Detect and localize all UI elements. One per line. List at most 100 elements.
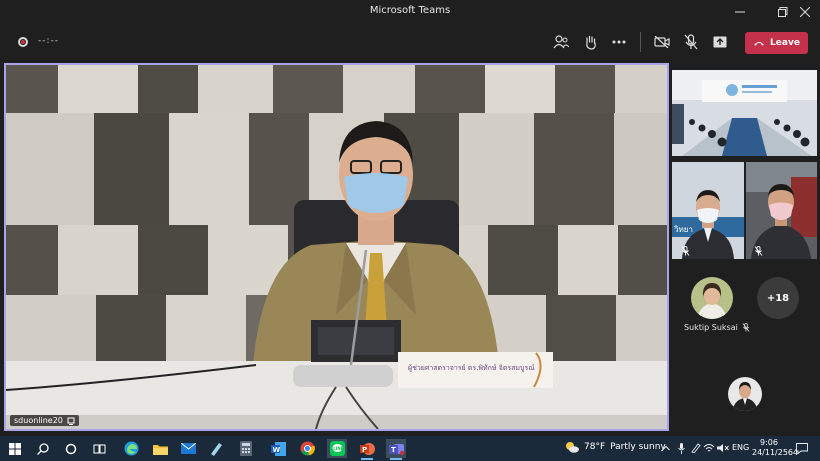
more-participants-button[interactable]: +18 [757,277,799,319]
minimize-button[interactable] [725,0,755,24]
input-language[interactable]: ENG [732,443,749,452]
teams-icon: T [388,443,404,455]
meeting-toolbar: --:-- Leave [0,24,820,60]
tray-wifi[interactable] [703,442,715,454]
toolbar-divider [640,32,641,52]
overflow-count: +18 [766,292,790,304]
nameplate-text: ผู้ช่วยศาสตราจารย์ ดร.พิทักษ์ จิตรสมบูรณ… [408,364,535,372]
file-explorer-app[interactable] [150,439,170,458]
clock-date: 24/11/2564 [752,448,799,457]
clock-time: 9:06 [760,438,778,447]
mic-off-icon [681,246,690,256]
chrome-icon [300,441,315,456]
record-icon [18,37,28,47]
task-view-icon [93,444,105,453]
wifi-icon [703,444,715,452]
leave-label: Leave [770,38,800,48]
svg-text:วิทยา: วิทยา [673,225,692,234]
windows-logo-icon [9,442,21,455]
thumbnail-video-room[interactable] [672,70,817,156]
self-view-avatar[interactable] [728,377,762,411]
participant-avatar[interactable] [691,277,733,319]
teams-app[interactable]: T [386,439,406,460]
surface-app[interactable] [206,439,226,458]
weather-widget[interactable]: 78°F Partly sunny [565,441,666,453]
mic-off-icon [684,34,698,50]
cortana-icon [65,443,77,454]
speaker-video: ผู้ช่วยศาสตราจารย์ ดร.พิทักษ์ จิตรสมบูรณ… [6,65,667,429]
svg-text:W: W [272,446,280,454]
thumbnail-video-speaker[interactable]: วิทยา [672,162,744,259]
thumbnail-video-guest[interactable] [746,162,817,259]
svg-text:T: T [391,446,396,454]
conference-room-video [672,70,817,156]
notification-icon [796,442,808,454]
pin-icon [67,417,75,425]
calculator-icon [240,441,252,456]
windows-taskbar: W LINE P T 78°F Partly sunny ENG 9:06 24… [0,436,820,461]
maximize-icon [778,7,788,17]
start-button[interactable] [5,439,25,458]
chrome-app[interactable] [297,439,317,458]
powerpoint-app[interactable]: P [357,439,377,460]
mic-toggle-button[interactable] [680,32,702,52]
search-button[interactable] [33,439,53,458]
svg-text:P: P [362,446,367,454]
weather-temperature: 78°F [584,442,606,452]
main-video-tile[interactable]: ผู้ช่วยศาสตราจารย์ ดร.พิทักษ์ จิตรสมบูรณ… [4,63,669,431]
minimize-icon [735,11,745,13]
window-title: Microsoft Teams [369,5,451,16]
mic-off-icon [742,323,750,332]
svg-text:LINE: LINE [333,446,343,451]
word-app[interactable]: W [268,439,288,458]
mic-off-icon [754,246,763,256]
teams-window: Microsoft Teams --:-- Leave ผู้ช่วยศาสตร… [0,0,820,461]
participant-name-row: Suktip Suksai [684,323,750,332]
mail-app[interactable] [178,439,198,458]
weather-description: Partly sunny [610,442,666,452]
leave-button[interactable]: Leave [745,32,808,54]
powerpoint-icon: P [359,442,375,455]
line-app[interactable]: LINE [327,439,347,458]
people-icon [553,35,569,49]
search-icon [37,442,49,455]
task-view-button[interactable] [89,439,109,458]
camera-off-icon [654,36,670,48]
hang-up-icon [754,42,765,46]
pen-icon [211,442,222,456]
participants-button[interactable] [550,32,572,52]
partly-sunny-icon [566,442,579,453]
notifications-button[interactable] [795,442,809,454]
title-bar: Microsoft Teams [0,0,820,24]
system-clock[interactable]: 9:06 24/11/2564 [752,438,799,458]
main-participant-name: sduonline20 [14,416,63,425]
camera-toggle-button[interactable] [651,32,673,52]
tray-overflow-button[interactable] [660,442,672,454]
calculator-app[interactable] [236,439,256,458]
share-icon [713,36,727,48]
close-button[interactable] [790,0,820,24]
edge-app[interactable] [121,439,141,458]
speaker-thumbnail-video: วิทยา [672,162,744,259]
raise-hand-icon [586,35,596,50]
avatar-image [691,277,733,319]
edge-icon [124,441,138,456]
tray-volume[interactable] [717,442,729,454]
tray-mic[interactable] [675,442,687,454]
microphone-icon [677,442,685,454]
mail-icon [180,443,196,454]
folder-icon [152,444,168,455]
meeting-timer: --:-- [38,36,60,46]
cortana-button[interactable] [61,439,81,458]
pen-workspace-icon [691,443,701,453]
self-avatar-image [728,377,762,411]
more-icon [612,40,626,44]
guest-thumbnail-video [746,162,817,259]
share-screen-button[interactable] [709,32,731,52]
more-actions-button[interactable] [608,32,630,52]
tray-pen[interactable] [690,442,702,454]
volume-muted-icon [717,444,729,452]
chevron-up-icon [662,445,670,451]
line-icon: LINE [329,441,345,456]
raise-hand-button[interactable] [580,32,602,52]
